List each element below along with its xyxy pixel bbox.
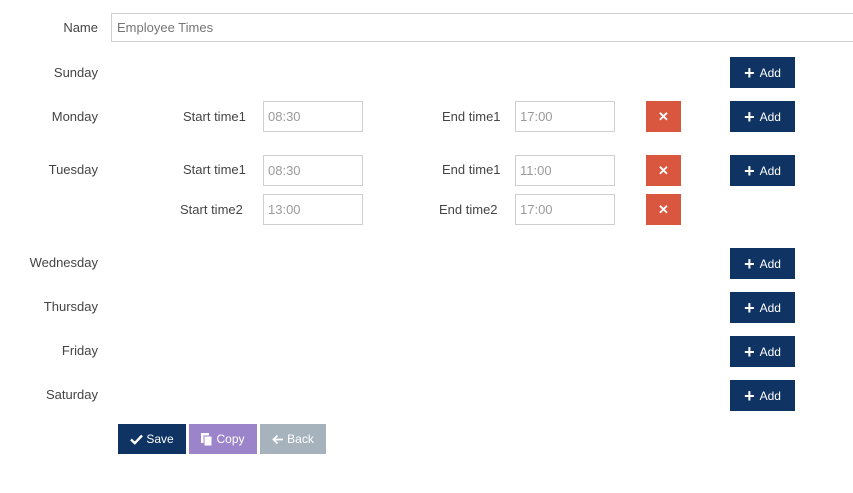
add-label: Add [759, 109, 781, 124]
copy-label: Copy [216, 432, 245, 446]
check-icon [130, 434, 144, 445]
day-label-wednesday: Wednesday [29, 255, 98, 270]
back-button[interactable]: Back [260, 424, 326, 454]
start-time-input[interactable] [263, 155, 363, 186]
day-label-saturday: Saturday [45, 387, 98, 402]
delete-slot-button[interactable]: ✕ [646, 155, 681, 186]
delete-slot-button[interactable]: ✕ [646, 101, 681, 132]
plus-icon: + [744, 106, 755, 127]
copy-icon [201, 432, 213, 446]
copy-button[interactable]: Copy [189, 424, 257, 454]
plus-icon: + [744, 62, 755, 83]
end-time-input[interactable] [515, 101, 615, 132]
add-button-monday[interactable]: + Add [730, 101, 795, 132]
end-time-input[interactable] [515, 194, 615, 225]
start-time-label: Start time1 [183, 162, 246, 177]
back-label: Back [287, 432, 314, 446]
add-button-saturday[interactable]: + Add [730, 380, 795, 411]
add-button-thursday[interactable]: + Add [730, 292, 795, 323]
add-label: Add [759, 256, 781, 271]
close-icon: ✕ [658, 108, 669, 124]
start-time-input[interactable] [263, 101, 363, 132]
add-label: Add [759, 388, 781, 403]
name-input[interactable] [111, 13, 853, 42]
day-label-tuesday: Tuesday [48, 162, 98, 177]
add-button-tuesday[interactable]: + Add [730, 155, 795, 186]
name-label: Name [63, 20, 98, 35]
day-label-friday: Friday [61, 343, 98, 358]
end-time-label: End time1 [442, 162, 501, 177]
plus-icon: + [744, 341, 755, 362]
plus-icon: + [744, 160, 755, 181]
day-label-thursday: Thursday [43, 299, 98, 314]
end-time-input[interactable] [515, 155, 615, 186]
day-label-sunday: Sunday [53, 65, 98, 80]
add-label: Add [759, 65, 781, 80]
end-time-label: End time2 [439, 202, 498, 217]
day-label-monday: Monday [51, 109, 98, 124]
save-button[interactable]: Save [118, 424, 186, 454]
plus-icon: + [744, 253, 755, 274]
close-icon: ✕ [658, 201, 669, 217]
add-label: Add [759, 300, 781, 315]
delete-slot-button[interactable]: ✕ [646, 194, 681, 225]
arrow-left-icon [272, 434, 284, 444]
add-label: Add [759, 163, 781, 178]
end-time-label: End time1 [442, 109, 501, 124]
save-label: Save [146, 432, 174, 446]
plus-icon: + [744, 297, 755, 318]
start-time-label: Start time1 [183, 109, 246, 124]
start-time-input[interactable] [263, 194, 363, 225]
add-button-friday[interactable]: + Add [730, 336, 795, 367]
add-button-sunday[interactable]: + Add [730, 57, 795, 88]
close-icon: ✕ [658, 162, 669, 178]
add-button-wednesday[interactable]: + Add [730, 248, 795, 279]
start-time-label: Start time2 [180, 202, 243, 217]
plus-icon: + [744, 385, 755, 406]
add-label: Add [759, 344, 781, 359]
